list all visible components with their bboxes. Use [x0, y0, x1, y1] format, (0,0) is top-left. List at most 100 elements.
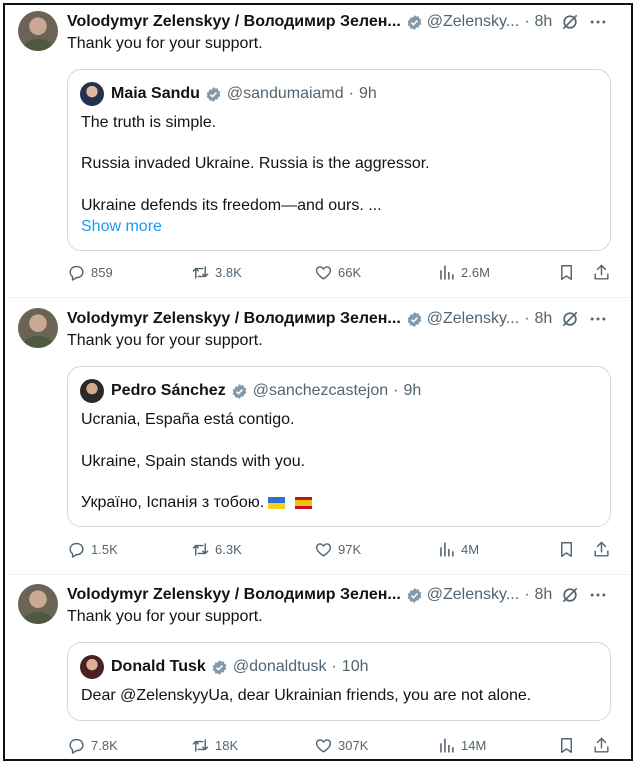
like-button[interactable]: 307K [314, 736, 368, 755]
share-button[interactable] [592, 263, 616, 282]
quoted-text-line: Україно, Іспанія з тобою. [81, 494, 265, 511]
like-count: 66K [338, 265, 362, 280]
show-more-link[interactable]: Show more [81, 218, 162, 236]
quoted-text-line: Russia invaded Ukraine. Russia is the ag… [81, 155, 430, 172]
bookmark-button[interactable] [557, 736, 581, 755]
reply-icon [69, 542, 84, 558]
tweet[interactable]: Volodymyr Zelenskyy / Володимир Зелен...… [5, 578, 631, 758]
tweet[interactable]: Volodymyr Zelenskyy / Володимир Зелен...… [5, 5, 631, 298]
verified-badge-icon [211, 659, 228, 676]
grok-icon[interactable] [560, 309, 580, 329]
reply-button[interactable]: 1.5K [67, 540, 118, 559]
like-count: 307K [338, 738, 369, 753]
separator: · [331, 658, 337, 675]
share-icon [594, 737, 609, 753]
views-button[interactable]: 4M [437, 540, 479, 559]
quoted-text-line: Ukraine, Spain stands with you. [81, 453, 306, 470]
heart-icon [315, 739, 332, 753]
repost-button[interactable]: 3.8K [191, 263, 242, 282]
quoted-text-line: Dear @ZelenskyyUa, dear Ukrainian friend… [81, 687, 532, 704]
timeline-frame: Volodymyr Zelenskyy / Володимир Зелен...… [3, 3, 633, 761]
bookmark-icon [561, 738, 572, 753]
share-icon [594, 541, 609, 557]
repost-button[interactable]: 18K [191, 736, 238, 755]
tweet-time[interactable]: 8h [535, 13, 553, 31]
bookmark-button[interactable] [557, 540, 581, 559]
repost-button[interactable]: 6.3K [191, 540, 242, 559]
separator: · [524, 13, 530, 30]
bookmark-button[interactable] [557, 263, 581, 282]
views-button[interactable]: 2.6M [437, 263, 490, 282]
tweet-text: Thank you for your support. [67, 35, 263, 52]
quoted-handle: @donaldtusk [232, 658, 327, 675]
grok-icon[interactable] [560, 585, 580, 605]
verified-badge-icon [406, 311, 423, 328]
quoted-header: Pedro Sánchez @sanchezcastejon · 9h [80, 379, 421, 403]
bookmark-icon [561, 265, 572, 280]
tweet-text: Thank you for your support. [67, 332, 263, 349]
divider [5, 297, 631, 298]
repost-icon [192, 266, 209, 279]
quoted-tweet[interactable]: Maia Sandu @sandumaiamd · 9h The truth i… [67, 69, 611, 251]
more-options-icon[interactable] [588, 585, 608, 605]
verified-badge-icon [406, 587, 423, 604]
repost-count: 6.3K [215, 542, 242, 557]
reply-count: 859 [91, 265, 113, 280]
share-button[interactable] [592, 540, 616, 559]
separator: · [524, 586, 530, 603]
author-name[interactable]: Volodymyr Zelenskyy / Володимир Зелен... [67, 586, 401, 604]
bookmark-icon [561, 542, 572, 557]
reply-icon [69, 265, 84, 281]
author-name[interactable]: Volodymyr Zelenskyy / Володимир Зелен... [67, 310, 401, 328]
share-icon [594, 264, 609, 280]
heart-icon [315, 266, 332, 280]
more-options-icon[interactable] [588, 12, 608, 32]
reply-button[interactable]: 859 [67, 263, 113, 282]
tweet[interactable]: Volodymyr Zelenskyy / Володимир Зелен...… [5, 302, 631, 577]
author-handle[interactable]: @Zelensky... [427, 13, 519, 31]
avatar[interactable] [18, 11, 58, 51]
tweet-header: Volodymyr Zelenskyy / Володимир Зелен...… [67, 11, 621, 33]
quoted-tweet[interactable]: Donald Tusk @donaldtusk · 10h Dear @Zele… [67, 642, 611, 721]
reply-count: 1.5K [91, 542, 118, 557]
quoted-tweet[interactable]: Pedro Sánchez @sanchezcastejon · 9h Ucra… [67, 366, 611, 527]
like-button[interactable]: 66K [314, 263, 361, 282]
quoted-time: 10h [341, 658, 369, 675]
like-button[interactable]: 97K [314, 540, 361, 559]
author-handle[interactable]: @Zelensky... [427, 310, 519, 328]
tweet-header: Volodymyr Zelenskyy / Володимир Зелен...… [67, 584, 621, 606]
quoted-text-line: Ucrania, España está contigo. [81, 411, 295, 428]
avatar[interactable] [18, 584, 58, 624]
views-button[interactable]: 14M [437, 736, 486, 755]
view-count: 4M [461, 542, 480, 557]
quoted-avatar [80, 379, 104, 403]
tweet-time[interactable]: 8h [535, 586, 553, 604]
view-count: 2.6M [461, 265, 490, 280]
reply-button[interactable]: 7.8K [67, 736, 118, 755]
quoted-time: 9h [403, 382, 422, 399]
share-button[interactable] [592, 736, 616, 755]
quoted-avatar [80, 655, 104, 679]
more-options-icon[interactable] [588, 309, 608, 329]
verified-badge-icon [205, 86, 222, 103]
tweet-header: Volodymyr Zelenskyy / Володимир Зелен...… [67, 308, 621, 330]
quoted-text-line: Ukraine defends its freedom—and ours. ..… [81, 197, 382, 214]
author-name[interactable]: Volodymyr Zelenskyy / Володимир Зелен... [67, 13, 401, 31]
separator: · [393, 382, 399, 399]
quoted-time: 9h [358, 85, 377, 102]
verified-badge-icon [231, 383, 248, 400]
quoted-header: Donald Tusk @donaldtusk · 10h [80, 655, 369, 679]
quoted-text-line: The truth is simple. [81, 114, 217, 131]
repost-icon [192, 543, 209, 556]
quoted-author-name: Pedro Sánchez [111, 382, 226, 399]
tweet-actions: 1.5K 6.3K 97K 4M [67, 540, 631, 562]
verified-badge-icon [406, 14, 423, 31]
tweet-text: Thank you for your support. [67, 608, 263, 625]
tweet-time[interactable]: 8h [535, 310, 553, 328]
grok-icon[interactable] [560, 12, 580, 32]
avatar[interactable] [18, 308, 58, 348]
author-handle[interactable]: @Zelensky... [427, 586, 519, 604]
quoted-header: Maia Sandu @sandumaiamd · 9h [80, 82, 377, 106]
tweet-actions: 859 3.8K 66K 2.6M [67, 263, 631, 285]
repost-count: 3.8K [215, 265, 242, 280]
